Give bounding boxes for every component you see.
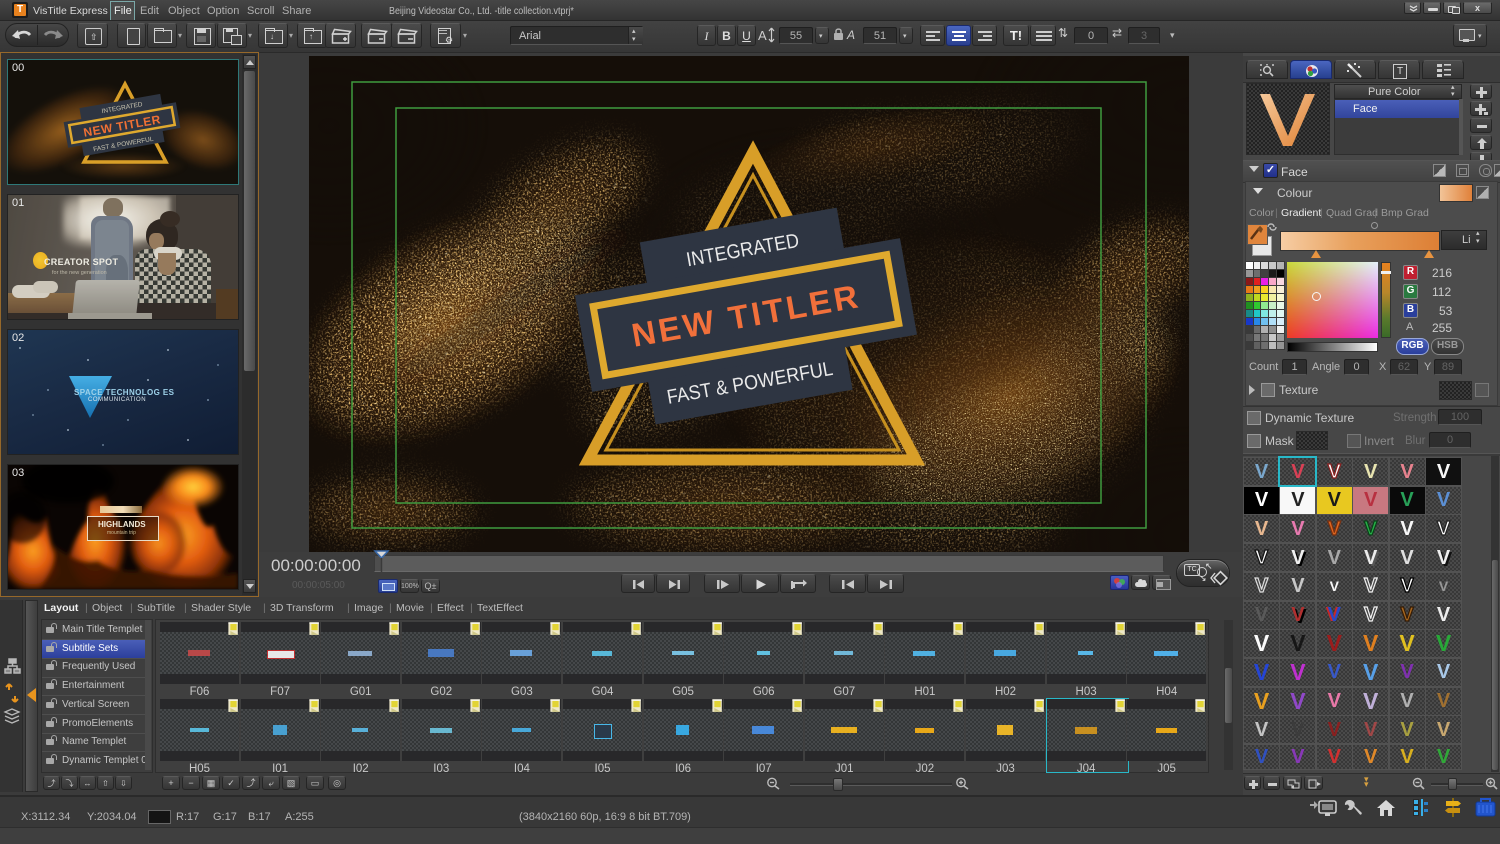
svg-text:A: A	[758, 28, 767, 43]
